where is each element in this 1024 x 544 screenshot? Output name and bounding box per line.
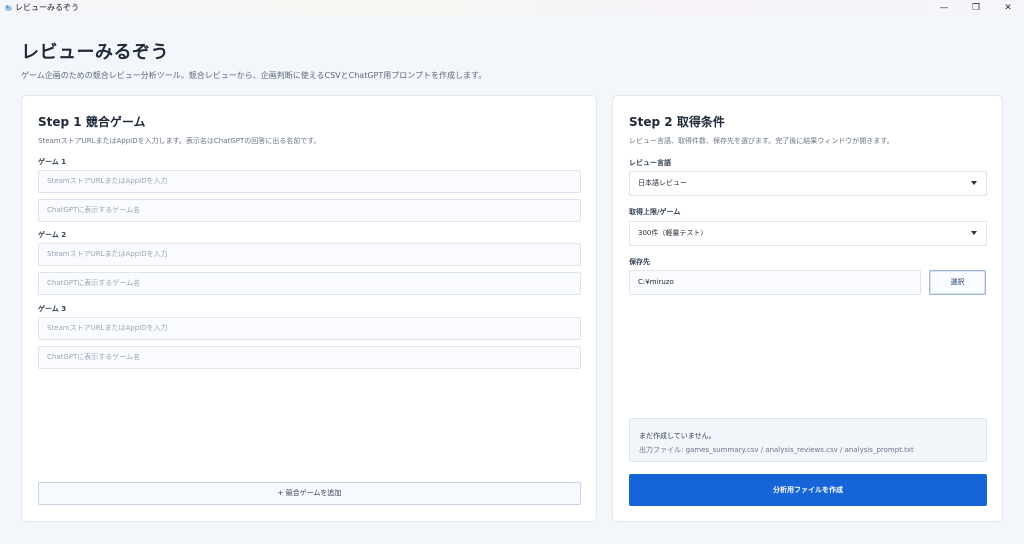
maximize-button[interactable]: ❐: [960, 0, 992, 15]
select-folder-button[interactable]: 選択: [929, 270, 986, 295]
page-subtitle: ゲーム企画のための競合レビュー分析ツール。競合レビューから、企画判断に使えるCS…: [21, 71, 487, 80]
game1-url-input[interactable]: SteamストアURLまたはAppIDを入力: [38, 170, 581, 193]
limit-select[interactable]: 300件（軽量テスト）: [629, 221, 987, 246]
step2-title: Step 2 取得条件: [629, 115, 725, 129]
game1-name-input[interactable]: ChatGPTに表示するゲーム名: [38, 199, 581, 222]
game2-name-input[interactable]: ChatGPTに表示するゲーム名: [38, 272, 581, 295]
step1-description: SteamストアURLまたはAppIDを入力します。表示名はChatGPTの回答…: [38, 137, 321, 145]
language-select-value: 日本語レビュー: [638, 179, 687, 187]
game3-label: ゲーム 3: [38, 305, 67, 313]
window-title: レビューみるぞう: [15, 3, 79, 12]
step2-description: レビュー言語、取得件数、保存先を選びます。完了後に結果ウィンドウが開きます。: [629, 137, 894, 145]
step1-card: Step 1 競合ゲーム SteamストアURLまたはAppIDを入力します。表…: [21, 95, 597, 522]
status-panel: まだ作成していません。 出力ファイル: games_summary.csv / …: [629, 418, 987, 462]
game2-label: ゲーム 2: [38, 231, 67, 239]
language-label: レビュー言語: [629, 159, 671, 167]
chevron-down-icon: [971, 231, 977, 235]
game3-name-input[interactable]: ChatGPTに表示するゲーム名: [38, 346, 581, 369]
close-button[interactable]: ✕: [992, 0, 1024, 15]
limit-label: 取得上限/ゲーム: [629, 208, 681, 216]
status-message: まだ作成していません。: [639, 432, 716, 440]
step2-card: Step 2 取得条件 レビュー言語、取得件数、保存先を選びます。完了後に結果ウ…: [612, 95, 1003, 522]
save-location-label: 保存先: [629, 258, 650, 266]
game1-label: ゲーム 1: [38, 158, 67, 166]
app-logo-icon: [4, 5, 13, 12]
add-competitor-button[interactable]: + 競合ゲームを追加: [38, 482, 581, 505]
save-location-field[interactable]: C:¥miruzo: [629, 270, 921, 295]
game3-url-input[interactable]: SteamストアURLまたはAppIDを入力: [38, 317, 581, 340]
create-files-button[interactable]: 分析用ファイルを作成: [629, 474, 987, 506]
chevron-down-icon: [971, 181, 977, 185]
window-titlebar: レビューみるぞう — ❐ ✕: [0, 0, 1024, 15]
minimize-button[interactable]: —: [928, 0, 960, 15]
output-files-text: 出力ファイル: games_summary.csv / analysis_rev…: [639, 446, 914, 454]
limit-select-value: 300件（軽量テスト）: [638, 229, 708, 237]
step1-title: Step 1 競合ゲーム: [38, 115, 146, 129]
language-select[interactable]: 日本語レビュー: [629, 171, 987, 196]
page-title: レビューみるぞう: [21, 42, 169, 63]
game2-url-input[interactable]: SteamストアURLまたはAppIDを入力: [38, 243, 581, 266]
